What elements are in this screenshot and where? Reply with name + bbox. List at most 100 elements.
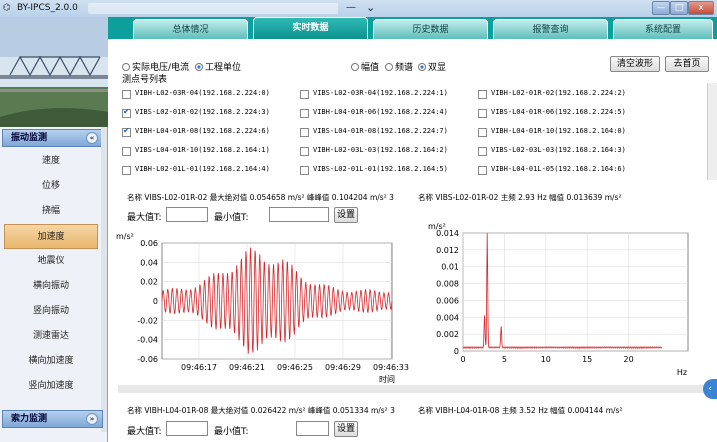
group-cable-force-monitoring[interactable]: 索力监测 » — [2, 410, 103, 428]
point-checkbox[interactable] — [478, 128, 487, 137]
sidebar-item-0[interactable]: 速度 — [4, 149, 98, 174]
sidebar-item-9[interactable]: 竖向加速度 — [4, 374, 98, 399]
acceleration-spectrum-chart: m/s²0.0140.0120.010.0080.0060.0040.00200… — [428, 222, 689, 377]
sidebar-item-8[interactable]: 横向加速度 — [4, 349, 98, 374]
point-checkbox[interactable] — [300, 109, 309, 118]
panel2-max-label: 最大值T: — [127, 427, 162, 437]
tab-alarm-query[interactable]: 报警查询 — [493, 19, 608, 39]
tab-system-config[interactable]: 系统配置 — [613, 19, 713, 39]
point-checkbox[interactable] — [122, 166, 131, 175]
point-label: VIBH-L04-01R-10(192.168.2.164:0) — [491, 127, 626, 135]
sidebar-scrollbar[interactable] — [101, 127, 107, 432]
point-label: VIBH-L04-01R-06(192.168.2.224:4) — [313, 108, 448, 116]
close-button[interactable]: x — [688, 1, 714, 15]
sidebar-item-1[interactable]: 位移 — [4, 174, 98, 199]
app-icon: ⌬ — [3, 3, 11, 13]
window-titlebar: ⌬ BY-IPCS_2.0.0 — ⌄ — □ x — [0, 0, 717, 17]
radio-dual-display[interactable]: 双显 — [418, 60, 446, 73]
group-vibration-label: 振动监测 — [11, 133, 48, 143]
tab-history-data[interactable]: 历史数据 — [373, 19, 488, 39]
point-label: VIBS-L02-01L-01(192.168.2.164:5) — [313, 165, 448, 173]
point-checkbox[interactable] — [478, 166, 487, 175]
sidebar-item-6[interactable]: 竖向振动 — [4, 299, 98, 324]
dropdown-icon[interactable]: ⌄ — [366, 1, 375, 14]
y-tick-label: 0.006 — [436, 296, 459, 305]
points-list: VIBH-L02-03R-04(192.168.2.224:0) VIBS-L02… — [118, 83, 707, 180]
panel1-set-button[interactable]: 设置 — [334, 207, 358, 223]
point-checkbox[interactable] — [122, 147, 131, 156]
expand-chevron-icon[interactable]: » — [86, 413, 98, 425]
point-label: VIBS-L04-01R-10(192.168.2.164:1) — [135, 146, 270, 154]
point-label: VIBS-L04-01R-08(192.168.2.224:7) — [313, 127, 448, 135]
radio-frequency[interactable]: 频谱 — [385, 60, 413, 73]
radio-dual-icon — [418, 63, 426, 71]
y-axis-unit: m/s² — [116, 232, 134, 241]
radio-dual-label: 双显 — [428, 63, 447, 73]
point-checkbox[interactable] — [122, 90, 131, 99]
point-label: VIBS-L04-01R-06(192.168.2.224:5) — [491, 108, 626, 116]
clear-waveform-button[interactable]: 清空波形 — [610, 56, 660, 72]
x-tick-label: 09:46:21 — [229, 363, 265, 372]
y-tick-label: 0.02 — [140, 278, 158, 287]
tab-realtime-data[interactable]: 实时数据 — [253, 17, 368, 39]
collapse-button[interactable]: — — [346, 2, 356, 13]
y-tick-label: 0.04 — [140, 258, 158, 267]
menu-field — [88, 3, 338, 14]
point-checkbox[interactable] — [478, 90, 487, 99]
panel2-time-info: 名称 VIBH-L04-01R-08 最大绝对值 0.026422 m/s² 峰… — [127, 406, 395, 415]
sidebar-item-7[interactable]: 测速雷达 — [4, 324, 98, 349]
panel2-min-input[interactable] — [296, 421, 329, 436]
y-tick-label: -0.04 — [137, 336, 158, 345]
y-tick-label: 0.06 — [140, 239, 158, 248]
tab-overview[interactable]: 总体情况 — [133, 19, 248, 39]
y-tick-label: -0.06 — [137, 355, 158, 364]
panel2-max-input[interactable] — [166, 421, 208, 436]
y-tick-label: -0.02 — [137, 316, 158, 325]
point-checkbox[interactable] — [122, 126, 131, 137]
y-tick-label: 0 — [454, 347, 459, 356]
point-checkbox[interactable] — [478, 147, 487, 156]
panel1-max-input[interactable] — [166, 207, 208, 222]
point-checkbox[interactable] — [300, 166, 309, 175]
radio-voltage-icon — [122, 63, 130, 71]
main-tabbar: 总体情况 实时数据 历史数据 报警查询 系统配置 — [108, 17, 717, 39]
point-label: VIBH-L04-01R-08(192.168.2.224:6) — [135, 127, 270, 135]
home-button[interactable]: 去首页 — [665, 56, 709, 72]
point-label: VIBH-L02-01L-01(192.168.2.164:4) — [135, 165, 270, 173]
point-checkbox[interactable] — [478, 109, 487, 118]
x-tick-label: 20 — [624, 355, 634, 364]
sidebar-item-4[interactable]: 地震仪 — [4, 249, 98, 274]
minimize-button[interactable]: — — [652, 1, 670, 15]
x-tick-label: 15 — [582, 355, 592, 364]
sidebar-item-2[interactable]: 挠幅 — [4, 199, 98, 224]
sidebar: 振动监测 « 速度 位移 挠幅 加速度 地震仪 横向振动 竖向振动 测速雷达 横向加速度 竖向加速… — [0, 17, 108, 442]
point-checkbox[interactable] — [300, 90, 309, 99]
point-label: VIBH-L02-01R-02(192.168.2.224:2) — [491, 89, 626, 97]
side-expand-handle[interactable]: ‹ — [703, 379, 717, 399]
points-list-scrollbar[interactable] — [707, 83, 717, 180]
radio-engineering-unit[interactable]: 工程单位 — [195, 60, 241, 73]
point-checkbox[interactable] — [300, 128, 309, 137]
point-label: VIBS-L02-01R-02(192.168.2.224:3) — [135, 108, 270, 116]
x-tick-label: 09:46:25 — [277, 363, 313, 372]
radio-frequency-label: 频谱 — [395, 63, 414, 73]
x-tick-label: 09:46:29 — [325, 363, 361, 372]
x-tick-label: 09:46:17 — [181, 363, 217, 372]
panel2-set-button[interactable]: 设置 — [334, 421, 358, 437]
panel1-time-info: 名称 VIBS-L02-01R-02 最大绝对值 0.054658 m/s² 峰… — [127, 193, 394, 202]
point-label: VIBH-L02-03R-04(192.168.2.224:0) — [135, 89, 270, 97]
panel1-min-input[interactable] — [269, 207, 329, 222]
maximize-button[interactable]: □ — [670, 1, 688, 15]
radio-amplitude[interactable]: 幅值 — [351, 60, 379, 73]
y-tick-label: 0.008 — [436, 280, 459, 289]
panel2-min-label: 最小值T: — [214, 427, 249, 437]
plot-area — [462, 232, 689, 352]
sidebar-item-3[interactable]: 加速度 — [4, 224, 98, 249]
group-vibration-monitoring[interactable]: 振动监测 « — [2, 129, 103, 147]
point-checkbox[interactable] — [300, 147, 309, 156]
main-horizontal-scrollbar[interactable] — [118, 385, 717, 393]
sidebar-item-5[interactable]: 横向振动 — [4, 274, 98, 299]
point-checkbox[interactable] — [122, 107, 131, 118]
y-tick-label: 0 — [153, 297, 158, 306]
collapse-chevron-icon[interactable]: « — [86, 132, 98, 144]
